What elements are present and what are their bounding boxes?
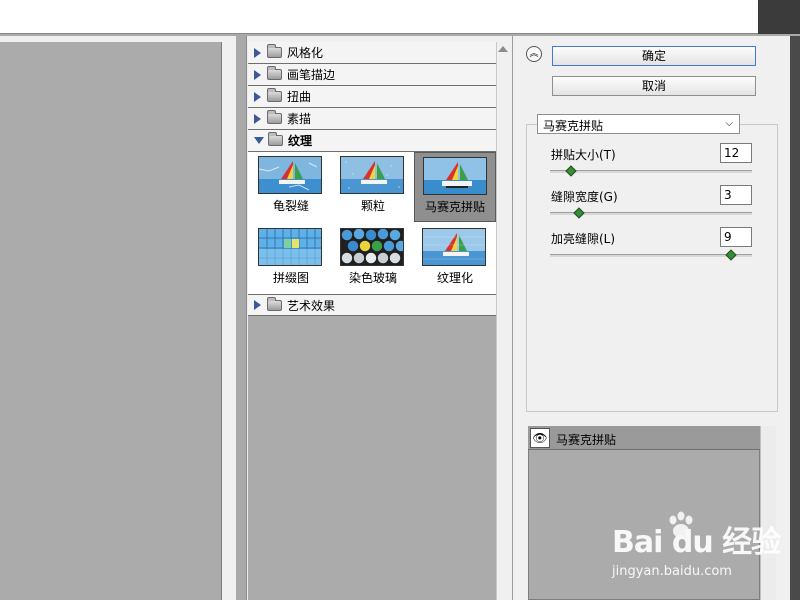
category-brush-strokes[interactable]: 画笔描边 — [248, 64, 496, 86]
thumbnail-image — [340, 156, 404, 194]
tile-size-slider[interactable] — [550, 170, 752, 173]
thumbnail-image — [258, 228, 322, 266]
thumbnail-image — [422, 228, 486, 266]
category-label: 扭曲 — [287, 90, 312, 104]
watermark-logo: Bai du 经验 — [612, 525, 781, 560]
title-bar — [0, 0, 800, 34]
filter-settings-group — [526, 124, 778, 412]
folder-icon — [267, 296, 282, 311]
category-label: 素描 — [287, 112, 312, 126]
param-label-tile-size: 拼贴大小(T) — [551, 148, 616, 162]
tile-size-input[interactable]: 12 — [720, 143, 752, 163]
category-distort[interactable]: 扭曲 — [248, 86, 496, 108]
preview-canvas[interactable] — [0, 42, 222, 600]
title-bar-corner — [758, 0, 800, 34]
collapse-gallery-icon[interactable]: ︽ — [526, 46, 542, 62]
expand-arrow-icon[interactable] — [254, 300, 261, 310]
chevron-down-icon: ⌵ — [725, 118, 733, 129]
preview-scrollbar[interactable] — [222, 42, 236, 600]
thumb-patchwork[interactable]: 拼缀图 — [250, 224, 332, 294]
category-sketch[interactable]: 素描 — [248, 108, 496, 130]
window-edge — [790, 36, 800, 600]
folder-icon — [268, 132, 283, 146]
thumb-caption: 颗粒 — [360, 199, 385, 213]
thumb-stained-glass[interactable]: 染色玻璃 — [332, 224, 414, 294]
param-label-lighten-grout: 加亮缝隙(L) — [551, 232, 616, 246]
expand-arrow-icon[interactable] — [254, 47, 261, 58]
folder-icon — [267, 88, 282, 102]
thumb-texturizer[interactable]: 纹理化 — [414, 224, 496, 294]
thumb-caption: 染色玻璃 — [348, 271, 397, 285]
effect-layer-label: 马赛克拼贴 — [556, 433, 617, 447]
thumb-caption: 马赛克拼贴 — [424, 200, 485, 214]
thumbnail-image — [423, 157, 487, 195]
category-label: 风格化 — [287, 46, 324, 60]
thumbnail-image — [340, 228, 404, 266]
thumb-caption: 纹理化 — [436, 271, 473, 285]
expand-arrow-icon[interactable] — [254, 91, 261, 102]
thumb-grain[interactable]: 颗粒 — [332, 152, 414, 222]
thumb-caption: 龟裂缝 — [272, 199, 309, 213]
category-label: 纹理 — [288, 134, 313, 148]
watermark-url: jingyan.baidu.com — [612, 564, 732, 579]
folder-icon — [267, 44, 282, 58]
grout-width-input[interactable]: 3 — [720, 185, 752, 205]
filter-category-list: 风格化 画笔描边 扭曲 素描 纹理 龟裂缝 颗粒 马赛克拼贴 拼缀图 染色玻璃 … — [248, 42, 496, 600]
ok-button[interactable]: 确定 — [552, 46, 756, 66]
gallery-scrollbar[interactable] — [496, 42, 510, 600]
category-texture[interactable]: 纹理 — [248, 130, 496, 152]
eye-icon[interactable]: 👁 — [530, 428, 550, 448]
filter-select[interactable]: 马赛克拼贴 ⌵ — [537, 114, 740, 134]
param-label-grout-width: 缝隙宽度(G) — [551, 190, 618, 204]
lighten-grout-slider[interactable] — [550, 254, 752, 257]
texture-thumbnail-grid: 龟裂缝 颗粒 马赛克拼贴 拼缀图 染色玻璃 纹理化 — [248, 152, 496, 302]
category-artistic[interactable]: 艺术效果 — [248, 294, 496, 316]
category-label: 艺术效果 — [287, 298, 336, 313]
baidu-jingyan-watermark: Bai du 经验 jingyan.baidu.com — [612, 511, 782, 587]
filter-select-value: 马赛克拼贴 — [543, 119, 604, 133]
expand-arrow-icon[interactable] — [254, 113, 261, 124]
paw-icon — [669, 511, 693, 538]
scroll-up-arrow-icon[interactable] — [498, 46, 508, 52]
folder-icon — [267, 66, 282, 80]
thumb-caption: 拼缀图 — [272, 271, 309, 285]
category-label: 画笔描边 — [287, 68, 336, 82]
category-stylize[interactable]: 风格化 — [248, 42, 496, 64]
expand-arrow-icon[interactable] — [254, 69, 261, 80]
lighten-grout-input[interactable]: 9 — [720, 227, 752, 247]
thumbnail-image — [258, 156, 322, 194]
cancel-button[interactable]: 取消 — [552, 76, 756, 96]
collapse-arrow-icon[interactable] — [254, 137, 264, 144]
thumb-mosaic-tiles[interactable]: 马赛克拼贴 — [414, 152, 496, 222]
folder-icon — [267, 110, 282, 124]
thumb-craquelure[interactable]: 龟裂缝 — [250, 152, 332, 222]
